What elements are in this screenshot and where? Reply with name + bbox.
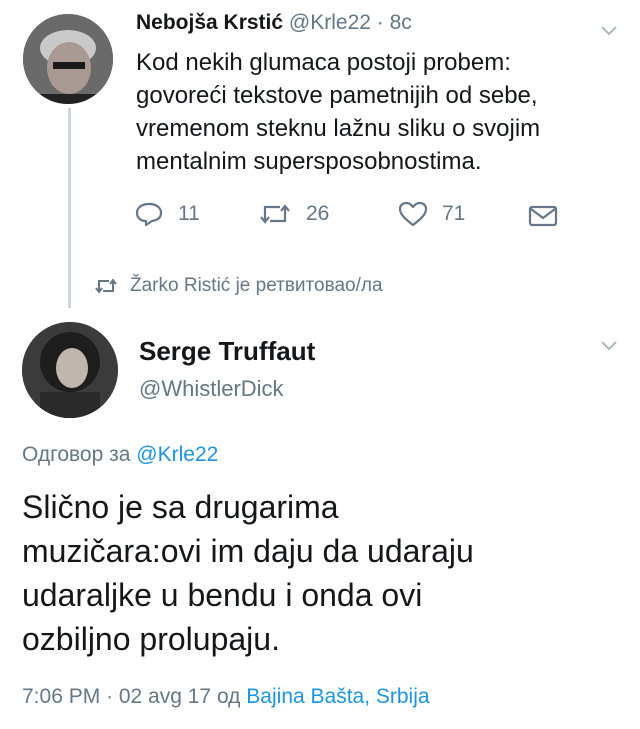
like-count: 71 <box>442 202 466 225</box>
avatar-photo <box>23 14 113 104</box>
author-name[interactable]: Serge Truffaut <box>139 336 315 367</box>
reply-button[interactable]: 11 <box>134 201 200 227</box>
tweet-header: Nebojša Krstić @Krle22 · 8с <box>136 11 412 35</box>
tweet-text: Slično je sa drugarima muzičara:ovi im d… <box>22 485 474 661</box>
message-icon[interactable] <box>528 205 558 227</box>
tweet-text-line: mentalnim supersposobnostima. <box>136 148 482 175</box>
tweet-text-line: udaraljke u bendu i onda ovi <box>22 577 423 613</box>
retweet-icon <box>260 204 290 224</box>
location-link[interactable]: Bajina Bašta, Srbija <box>246 685 429 708</box>
tweet-text-line: muzičara:ovi im daju da udaraju <box>22 533 474 569</box>
tweet-text-line: ozbiljno prolupaju. <box>22 621 280 657</box>
avatar[interactable] <box>22 322 118 418</box>
tweet-text: Kod nekih glumaca postoji probem: govore… <box>136 46 540 178</box>
tweet-meta: 7:06 PM · 02 avg 17 од Bajina Bašta, Srb… <box>22 685 430 709</box>
like-icon <box>398 201 428 227</box>
tweet-text-line: vremenom steknu lažnu sliku o svojim <box>136 115 541 142</box>
tweet-text-line: Slično je sa drugarima <box>22 489 339 525</box>
avatar[interactable] <box>23 14 113 104</box>
tweet-timestamp[interactable]: 7:06 PM · 02 avg 17 <box>22 685 211 708</box>
reply-icon <box>135 202 163 227</box>
author-handle[interactable]: @Krle22 <box>289 11 371 34</box>
tweet-text-line: govoreći tekstove pametnijih od sebe, <box>136 82 538 109</box>
from-label: од <box>216 685 241 708</box>
thread-line <box>68 108 71 308</box>
retweet-small-icon <box>95 278 117 294</box>
like-button[interactable]: 71 <box>398 201 465 227</box>
chevron-down-icon[interactable] <box>600 25 618 37</box>
author-name[interactable]: Nebojša Krstić <box>136 11 283 34</box>
author-handle[interactable]: @WhistlerDick <box>139 376 284 402</box>
retweet-count: 26 <box>306 202 330 225</box>
retweet-notice[interactable]: Žarko Ristić је ретвитовао/ла <box>94 275 383 297</box>
retweet-button[interactable]: 26 <box>258 201 329 227</box>
reply-to-link[interactable]: @Krle22 <box>136 443 218 466</box>
reply-context: Одговор за @Krle22 <box>22 443 218 467</box>
avatar-photo <box>22 322 118 418</box>
reply-count: 11 <box>178 202 200 225</box>
chevron-down-icon[interactable] <box>600 340 618 352</box>
tweet-time[interactable]: · 8с <box>377 11 412 34</box>
retweet-notice-text: Žarko Ristić је ретвитовао/ла <box>130 275 383 296</box>
reply-prefix: Одговор за <box>22 443 131 466</box>
tweet-text-line: Kod nekih glumaca postoji probem: <box>136 49 511 76</box>
